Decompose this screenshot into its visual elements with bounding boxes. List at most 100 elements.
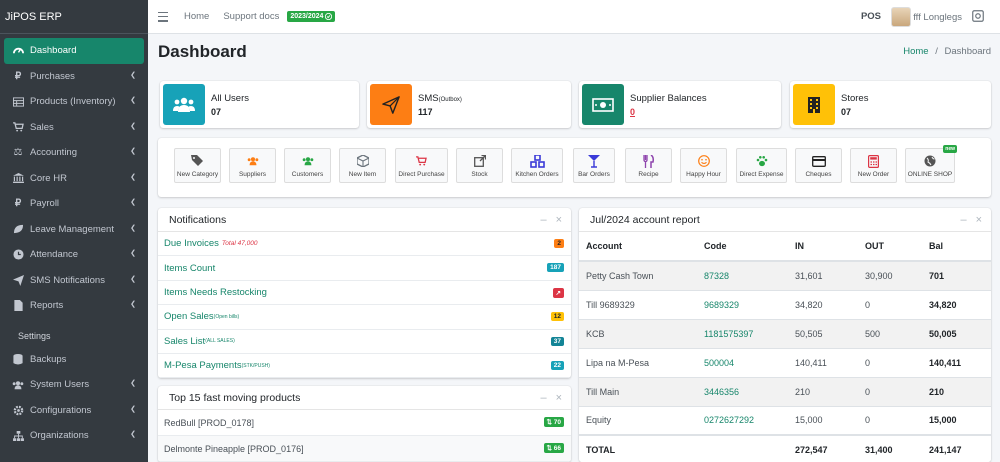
shortcut-kitchen-orders-button[interactable]: Kitchen Orders [511, 148, 563, 183]
sidebar-item-reports[interactable]: Reports ❮ [4, 293, 144, 319]
account-code-link[interactable]: 0272627292 [704, 415, 754, 425]
sidebar-item-configurations[interactable]: Configurations ❮ [4, 398, 144, 424]
user-name: fff Longlegs [913, 11, 962, 23]
chevron-left-icon: ❮ [130, 71, 136, 79]
account-report-card: Jul/2024 account report – × Account Code I… [579, 208, 991, 462]
sidebar-item-purchases[interactable]: ₽ Purchases ❮ [4, 64, 144, 90]
account-report-title: Jul/2024 account report [590, 213, 700, 226]
brand-logo[interactable]: JiPOS ERP [0, 0, 148, 34]
notification-total: Total 47,000 [221, 240, 258, 248]
nav-home-link[interactable]: Home [184, 11, 209, 22]
notification-link[interactable]: Sales List [164, 336, 205, 347]
sidebar-item-payroll[interactable]: ₽ Payroll ❮ [4, 191, 144, 217]
cell-out: 0 [858, 289, 922, 319]
nav-support-link[interactable]: Support docs [223, 11, 279, 22]
avatar [891, 7, 912, 27]
ruble-icon: ₽ [14, 198, 22, 210]
info-box-sms-value: 117 [418, 106, 433, 117]
sidebar-item-accounting[interactable]: ⚖ Accounting ❮ [4, 140, 144, 166]
account-code-link[interactable]: 500004 [704, 358, 734, 368]
fiscal-year-badge[interactable]: 2023/2024 [287, 11, 336, 22]
cell-code: 0272627292 [697, 405, 788, 435]
breadcrumb-home-link[interactable]: Home [903, 46, 928, 57]
info-box-stores[interactable]: Stores 07 [790, 81, 991, 128]
minimize-icon[interactable]: – [960, 214, 966, 226]
account-code-link[interactable]: 1181575397 [704, 329, 753, 339]
info-box-supplier-balances[interactable]: Supplier Balances 0 [579, 81, 781, 128]
cubes-icon [529, 154, 545, 168]
minimize-icon[interactable]: – [540, 214, 546, 226]
close-icon[interactable]: × [556, 392, 562, 404]
pos-link[interactable]: POS [861, 11, 881, 22]
sidebar-item-leave-management[interactable]: Leave Management ❮ [4, 217, 144, 243]
notification-link[interactable]: Items Count [164, 263, 215, 274]
shortcut-label: Kitchen Orders [515, 171, 559, 178]
sidebar-item-dashboard[interactable]: Dashboard [4, 38, 144, 64]
info-box-users[interactable]: All Users 07 [160, 81, 359, 128]
user-menu[interactable]: fff Longlegs [891, 7, 962, 27]
top-products-header: Top 15 fast moving products – × [158, 386, 571, 410]
close-icon[interactable]: × [976, 214, 982, 226]
sidebar-item-label: System Users [30, 379, 90, 391]
notifications-header: Notifications – × [158, 208, 571, 232]
shortcut-new-category-button[interactable]: New Category [174, 148, 221, 183]
notification-link[interactable]: M-Pesa Payments [164, 360, 242, 371]
minimize-icon[interactable]: – [540, 392, 546, 404]
shortcut-label: Direct Purchase [398, 171, 445, 178]
clock-icon [12, 249, 24, 261]
shortcut-new-order-button[interactable]: New Order [850, 148, 897, 183]
shortcut-online-shop-button[interactable]: ONLINE SHOP new [905, 145, 957, 183]
cell-out: 30,900 [858, 260, 922, 290]
shortcut-direct-purchase-button[interactable]: Direct Purchase [395, 148, 448, 183]
hamburger-menu-icon[interactable] [158, 11, 168, 22]
credit-card-icon [811, 154, 826, 168]
list-item: M-Pesa Payments (STK/PUSH) 22 [158, 354, 571, 378]
sidebar: JiPOS ERP Dashboard ₽ Purchases ❮ Products (… [0, 0, 148, 462]
info-box-supplier-text: Supplier Balances 0 [630, 93, 707, 117]
paper-plane-icon [370, 84, 412, 125]
sidebar-item-sales[interactable]: Sales ❮ [4, 115, 144, 141]
sidebar-item-system-users[interactable]: System Users ❮ [4, 372, 144, 398]
shortcut-direct-expense-button[interactable]: Direct Expense [736, 148, 787, 183]
close-icon[interactable]: × [556, 214, 562, 226]
table-row: Equity 0272627292 15,000 0 15,000 [579, 405, 991, 435]
shortcut-stock-button[interactable]: Stock [456, 148, 503, 183]
notification-link[interactable]: Open Sales [164, 311, 214, 322]
shortcut-recipe-button[interactable]: Recipe [625, 148, 672, 183]
notification-link[interactable]: Items Needs Restocking [164, 287, 267, 298]
shortcut-customers-button[interactable]: Customers [284, 148, 331, 183]
column-header: Account [579, 232, 697, 262]
table-row: Till Main 3446356 210 0 210 [579, 376, 991, 406]
count-badge: ↗ [552, 287, 564, 298]
users-icon [163, 84, 205, 125]
info-box-sms-small: (Outbox) [438, 96, 462, 103]
list-item: Items Count 187 [158, 256, 571, 281]
sidebar-item-backups[interactable]: Backups [4, 347, 144, 373]
gear-icon [12, 404, 24, 416]
account-code-link[interactable]: 9689329 [704, 300, 739, 310]
chevron-left-icon: ❮ [130, 380, 136, 387]
list-item: Sales List (ALL SALES) 37 [158, 330, 571, 354]
notification-link[interactable]: Due Invoices [164, 238, 219, 249]
sidebar-item-core-hr[interactable]: Core HR ❮ [4, 166, 144, 192]
shortcut-happy-hour-button[interactable]: Happy Hour [680, 148, 727, 183]
cell-in: 210 [788, 376, 858, 406]
cube-icon [356, 154, 369, 168]
info-box-sms-text: SMS(Outbox) 117 [418, 93, 462, 117]
shortcut-new-item-button[interactable]: New Item [339, 148, 386, 183]
sidebar-item-sms-notifications[interactable]: SMS Notifications ❮ [4, 268, 144, 294]
info-box-supplier-value[interactable]: 0 [630, 107, 707, 117]
shortcut-bar-orders-button[interactable]: Bar Orders [573, 148, 615, 183]
chevron-left-icon: ❮ [130, 301, 136, 308]
account-code-link[interactable]: 3446356 [704, 387, 739, 397]
sidebar-menu: Dashboard ₽ Purchases ❮ Products (Inventory)… [0, 34, 148, 449]
sidebar-item-products-inventory[interactable]: Products (Inventory) ❮ [4, 89, 144, 115]
shortcut-suppliers-button[interactable]: Suppliers [229, 148, 276, 183]
sidebar-item-organizations[interactable]: Organizations ❮ [4, 423, 144, 449]
settings-gear-icon[interactable] [972, 10, 984, 22]
sidebar-item-attendance[interactable]: Attendance ❮ [4, 242, 144, 268]
shortcut-cheques-button[interactable]: Cheques [795, 148, 842, 183]
account-code-link[interactable]: 87328 [704, 271, 729, 281]
info-box-sms[interactable]: SMS(Outbox) 117 [367, 81, 571, 128]
cell-out: 500 [858, 318, 922, 348]
